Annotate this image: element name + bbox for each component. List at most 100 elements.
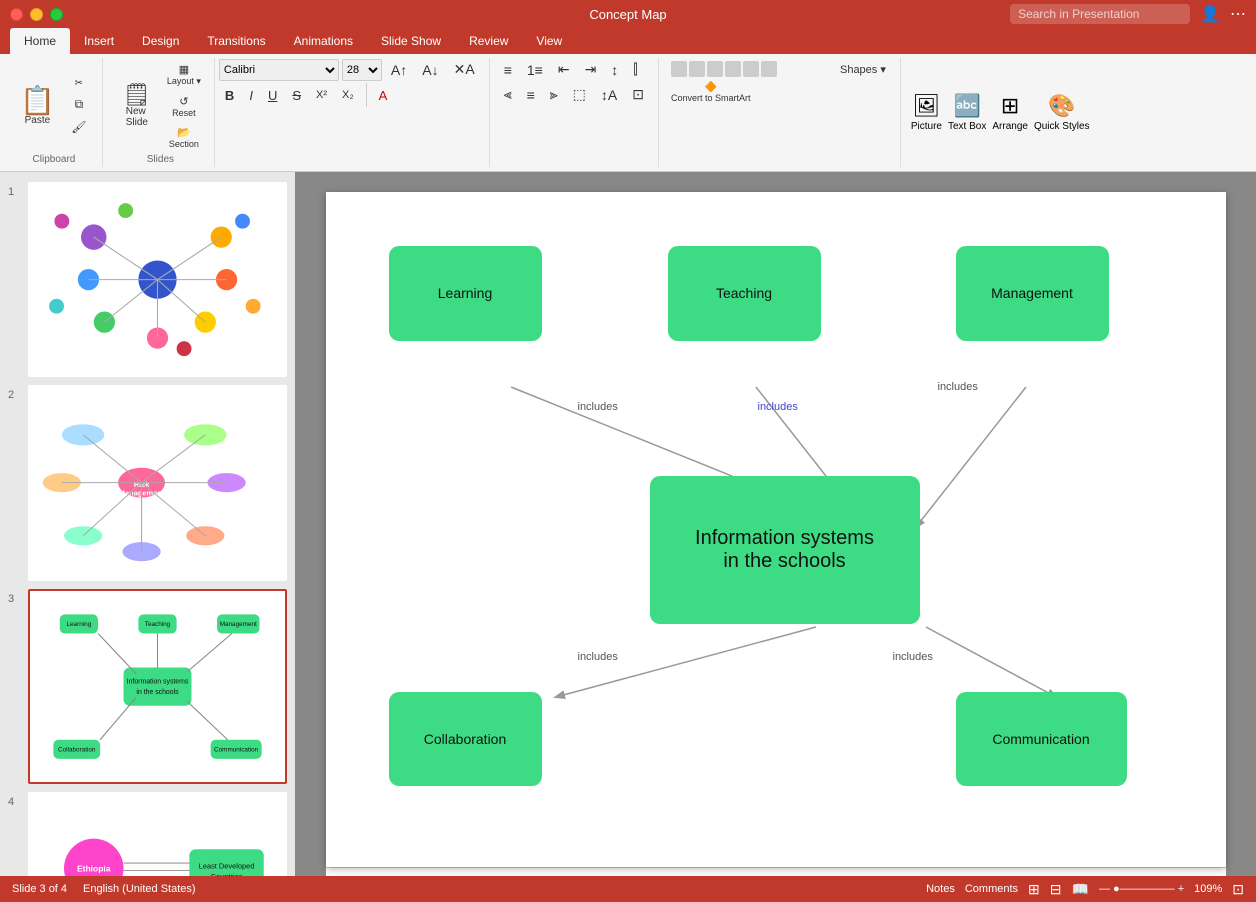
slides-group-label: Slides — [147, 154, 174, 165]
strikethrough-button[interactable]: S — [286, 84, 307, 106]
zoom-slider[interactable]: — ●————— + — [1099, 883, 1184, 895]
tab-review[interactable]: Review — [455, 28, 522, 54]
slide-item-3[interactable]: 3 Information systems in the schools Lea… — [8, 589, 287, 784]
paste-icon: 📋 — [20, 87, 55, 115]
shape-circle[interactable] — [689, 61, 705, 77]
maximize-button[interactable] — [50, 8, 63, 21]
view-slide-sorter-button[interactable]: ⊟ — [1050, 881, 1062, 898]
slide-thumb-2[interactable]: Risk Management — [28, 385, 287, 580]
bullet-list-button[interactable]: ≡ — [498, 59, 518, 81]
fit-window-button[interactable]: ⊡ — [1232, 881, 1244, 898]
increase-indent-button[interactable]: ⇥ — [579, 58, 603, 81]
italic-button[interactable]: I — [243, 84, 259, 106]
reset-icon: ↺ — [179, 95, 188, 108]
clipboard-buttons: 📋 Paste ✂ ⧉ 🖌 — [14, 60, 94, 152]
window-controls[interactable] — [10, 8, 63, 21]
slide-canvas[interactable]: Learning Teaching Management includes in… — [326, 192, 1226, 867]
format-separator — [366, 83, 367, 107]
quick-styles-button[interactable]: 🎨 Quick Styles — [1034, 93, 1090, 132]
justify-button[interactable]: ⬚ — [567, 83, 592, 106]
tab-insert[interactable]: Insert — [70, 28, 128, 54]
decrease-font-button[interactable]: A↓ — [416, 59, 444, 81]
superscript-button[interactable]: X² — [310, 84, 333, 106]
bold-button[interactable]: B — [219, 84, 240, 106]
increase-font-button[interactable]: A↑ — [385, 59, 413, 81]
text-direction-button[interactable]: ↕A — [595, 84, 623, 106]
tab-view[interactable]: View — [522, 28, 576, 54]
slide-thumb-1[interactable] — [28, 182, 287, 377]
shape-star[interactable] — [761, 61, 777, 77]
view-reading-button[interactable]: 📖 — [1072, 881, 1089, 898]
align-row: ⫷ ≡ ⫸ ⬚ ↕A ⊡ — [498, 83, 650, 106]
line-spacing-button[interactable]: ↕ — [605, 59, 624, 81]
slide-preview-1 — [30, 184, 285, 375]
app-title: Concept Map — [589, 7, 666, 22]
management-node[interactable]: Management — [956, 246, 1109, 341]
slide-item-2[interactable]: 2 Risk Management — [8, 385, 287, 580]
slide-thumb-4[interactable]: Ethiopia Least Developed Countries Self-… — [28, 792, 287, 876]
subscript-button[interactable]: X₂ — [336, 84, 360, 106]
svg-text:Communication: Communication — [214, 746, 259, 753]
slide-info: Slide 3 of 4 — [12, 883, 67, 895]
user-icon[interactable]: 👤 — [1200, 4, 1220, 24]
slide-thumb-3[interactable]: Information systems in the schools Learn… — [28, 589, 287, 784]
learning-node[interactable]: Learning — [389, 246, 542, 341]
teaching-label: Teaching — [716, 285, 772, 301]
slide-item-1[interactable]: 1 — [8, 182, 287, 377]
font-size-select[interactable]: 28 — [342, 59, 382, 81]
learning-label: Learning — [438, 285, 493, 301]
font-family-select[interactable]: Calibri — [219, 59, 339, 81]
font-color-button[interactable]: A — [373, 84, 394, 106]
paste-button[interactable]: 📋 Paste — [14, 83, 61, 130]
slide-preview-2: Risk Management — [30, 387, 285, 578]
underline-button[interactable]: U — [262, 84, 283, 106]
view-normal-button[interactable]: ⊞ — [1028, 881, 1040, 898]
numbered-list-button[interactable]: 1≡ — [521, 59, 549, 81]
section-button[interactable]: 📂 Section — [162, 123, 206, 152]
align-right-button[interactable]: ⫸ — [544, 83, 564, 106]
columns-button[interactable]: ⫿ — [627, 58, 643, 81]
reset-button[interactable]: ↺ Reset — [162, 92, 206, 121]
arrange-button[interactable]: ⊞ Arrange — [992, 93, 1028, 132]
shape-arrow[interactable] — [707, 61, 723, 77]
new-slide-button[interactable]: 🗒 NewSlide — [115, 80, 159, 132]
collaboration-node[interactable]: Collaboration — [389, 692, 542, 787]
main-content: 1 — [0, 172, 1256, 876]
search-input[interactable] — [1010, 4, 1190, 24]
notes-button[interactable]: Notes — [926, 883, 955, 895]
communication-node[interactable]: Communication — [956, 692, 1127, 787]
copy-button[interactable]: ⧉ — [64, 94, 94, 115]
status-right: Notes Comments ⊞ ⊟ 📖 — ●————— + 109% ⊡ — [926, 881, 1244, 898]
notes-area[interactable]: Click to add notes — [326, 867, 1226, 876]
align-text-button[interactable]: ⊡ — [626, 83, 650, 106]
center-node[interactable]: Information systemsin the schools — [650, 476, 920, 625]
picture-button[interactable]: 🖼 Picture — [911, 93, 942, 132]
textbox-button[interactable]: 🔤 Text Box — [948, 93, 986, 132]
shape-rect[interactable] — [671, 61, 687, 77]
cut-button[interactable]: ✂ — [64, 75, 94, 92]
svg-text:Countries: Countries — [211, 872, 243, 876]
shape-triangle[interactable] — [743, 61, 759, 77]
comments-button[interactable]: Comments — [965, 883, 1018, 895]
convert-smartart-button[interactable]: 🔶 Convert to SmartArt — [671, 82, 751, 103]
slide-item-4[interactable]: 4 Ethiopia Least Developed Countries — [8, 792, 287, 876]
format-painter-button[interactable]: 🖌 — [64, 117, 94, 137]
share-icon[interactable]: ⋯ — [1230, 4, 1246, 24]
tab-home[interactable]: Home — [10, 28, 70, 54]
slides-panel: 1 — [0, 172, 295, 876]
minimize-button[interactable] — [30, 8, 43, 21]
tab-design[interactable]: Design — [128, 28, 193, 54]
shapes-button[interactable]: Shapes ▾ — [834, 58, 892, 80]
shape-line[interactable] — [725, 61, 741, 77]
layout-button[interactable]: ▦ Layout ▾ — [162, 60, 206, 90]
close-button[interactable] — [10, 8, 23, 21]
tab-slideshow[interactable]: Slide Show — [367, 28, 455, 54]
tab-transitions[interactable]: Transitions — [193, 28, 279, 54]
align-center-button[interactable]: ≡ — [521, 84, 541, 106]
tab-animations[interactable]: Animations — [280, 28, 367, 54]
teaching-node[interactable]: Teaching — [668, 246, 821, 341]
align-left-button[interactable]: ⫷ — [498, 83, 518, 106]
svg-text:Learning: Learning — [66, 621, 91, 628]
decrease-indent-button[interactable]: ⇤ — [552, 58, 576, 81]
clear-format-button[interactable]: ✕A — [448, 58, 481, 81]
